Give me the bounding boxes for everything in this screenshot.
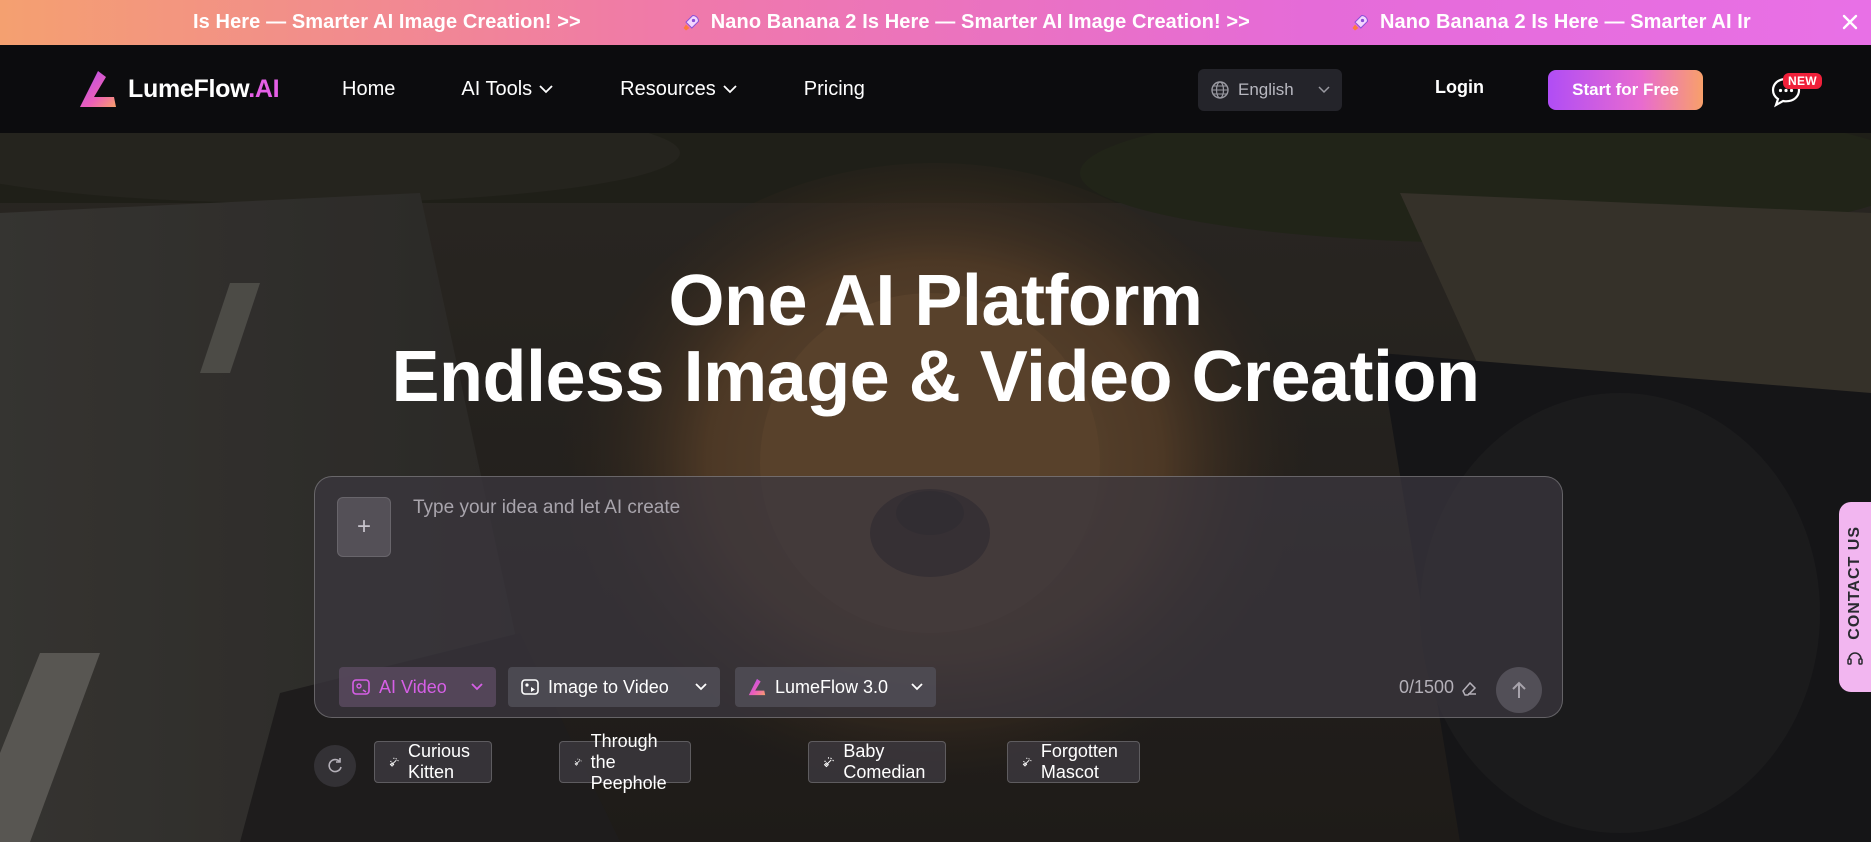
language-select[interactable]: English <box>1198 69 1342 111</box>
magic-wand-icon <box>1022 757 1032 767</box>
type-select-image-to-video[interactable]: Image to Video <box>508 667 720 707</box>
globe-icon <box>1211 81 1229 99</box>
new-badge: NEW <box>1783 73 1822 89</box>
close-icon <box>1842 14 1858 30</box>
nav-home[interactable]: Home <box>342 78 395 101</box>
contact-us-tab[interactable]: CONTACT US <box>1839 502 1871 692</box>
announcement-track: Is Here — Smarter AI Image Creation! >> … <box>193 0 1751 45</box>
announcement-item[interactable]: Is Here — Smarter AI Image Creation! >> <box>193 11 581 34</box>
mode-select-ai-video[interactable]: AI Video <box>339 667 496 707</box>
nav-links: Home AI Tools Resources Pricing <box>342 45 931 133</box>
chevron-down-icon <box>471 683 483 691</box>
suggestion-chip[interactable]: Curious Kitten <box>374 741 493 783</box>
upload-image-button[interactable]: + <box>337 497 391 557</box>
eraser-icon[interactable] <box>1460 679 1478 697</box>
rocket-icon <box>1352 14 1368 30</box>
lumeflow-logo-icon <box>748 678 766 696</box>
top-navigation: LumeFlow.AI Home AI Tools Resources Pric… <box>0 45 1871 133</box>
logo-icon <box>80 71 116 107</box>
magic-wand-icon <box>823 757 834 768</box>
announcement-item[interactable]: Nano Banana 2 Is Here — Smarter AI Image… <box>681 11 1250 34</box>
chevron-down-icon <box>911 683 923 691</box>
magic-wand-icon <box>389 757 399 767</box>
nav-ai-tools[interactable]: AI Tools <box>461 78 554 101</box>
refresh-suggestions-button[interactable] <box>314 745 356 787</box>
suggestion-chip[interactable]: Forgotten Mascot <box>1007 741 1141 783</box>
announcement-item[interactable]: Nano Banana 2 Is Here — Smarter AI Ir <box>1350 11 1751 34</box>
prompt-box: + AI Video Image to Video LumeFlow 3.0 0… <box>314 476 1563 718</box>
rocket-icon <box>683 14 699 30</box>
image-video-icon <box>521 679 539 695</box>
character-counter: 0/1500 <box>1399 677 1478 698</box>
send-button[interactable] <box>1496 667 1542 713</box>
prompt-input[interactable] <box>413 497 1513 607</box>
logo-text: LumeFlow.AI <box>128 74 280 103</box>
hero-title-line2: Endless Image & Video Creation <box>391 337 1481 417</box>
hero-title: One AI Platform Endless Image & Video Cr… <box>0 263 1871 415</box>
nav-pricing[interactable]: Pricing <box>804 78 865 101</box>
nav-resources[interactable]: Resources <box>620 78 738 101</box>
model-select[interactable]: LumeFlow 3.0 <box>735 667 936 707</box>
close-announcement-button[interactable] <box>1835 7 1865 37</box>
magic-wand-icon <box>574 758 582 766</box>
start-for-free-button[interactable]: Start for Free <box>1548 70 1703 110</box>
chevron-down-icon <box>539 85 553 94</box>
arrow-up-icon <box>1512 681 1526 698</box>
suggestion-chip[interactable]: Baby Comedian <box>808 741 947 783</box>
language-label: English <box>1238 80 1294 99</box>
hero-title-line1: One AI Platform <box>668 261 1203 341</box>
hero-section: One AI Platform Endless Image & Video Cr… <box>0 133 1871 842</box>
suggestion-chip[interactable]: Through the Peephole <box>559 731 692 793</box>
announcement-bar: Is Here — Smarter AI Image Creation! >> … <box>0 0 1871 45</box>
logo[interactable]: LumeFlow.AI <box>76 69 280 109</box>
chevron-down-icon <box>695 683 707 691</box>
refresh-icon <box>328 758 342 773</box>
login-link[interactable]: Login <box>1435 77 1484 98</box>
chevron-down-icon <box>723 85 737 94</box>
headset-icon <box>1847 652 1863 665</box>
contact-us-label: CONTACT US <box>1846 526 1863 640</box>
chevron-down-icon <box>1318 86 1330 94</box>
video-icon <box>352 679 370 695</box>
